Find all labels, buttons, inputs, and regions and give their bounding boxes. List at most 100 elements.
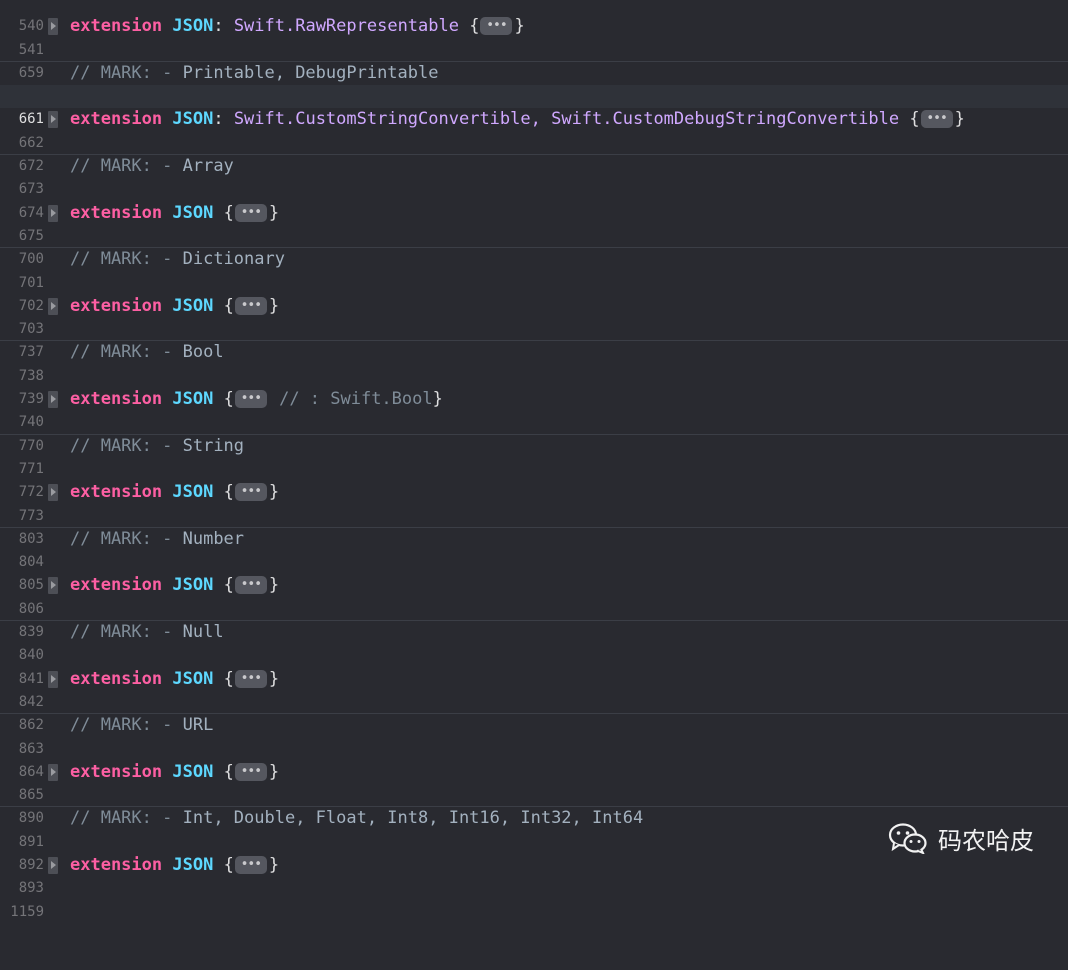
mark-prefix: // MARK: - <box>70 528 173 549</box>
keyword: extension <box>70 389 163 410</box>
folded-code-ellipsis[interactable]: ••• <box>234 762 267 781</box>
code-line[interactable]: 806 extension JSON {•••} <box>0 574 1068 616</box>
fold-disclosure-icon[interactable] <box>48 577 58 595</box>
fold-disclosure-icon[interactable] <box>48 484 58 502</box>
code-line[interactable]: 803 <box>0 505 1068 547</box>
protocol-names: Swift.CustomStringConvertible, Swift.Cus… <box>233 109 900 130</box>
current-code-line[interactable]: 661 <box>0 85 1068 127</box>
code-line[interactable]: 773 extension JSON {•••} <box>0 481 1068 523</box>
mark-prefix: // MARK: - <box>70 808 173 829</box>
code-line[interactable]: 1159 <box>0 877 1068 920</box>
code-line[interactable]: 772 <box>0 458 1068 500</box>
code-line[interactable]: 700 <box>0 225 1068 267</box>
folded-code-ellipsis[interactable]: ••• <box>234 483 267 502</box>
code-line[interactable]: 662 extension JSON: Swift.CustomStringCo… <box>0 108 1068 150</box>
code-line[interactable]: 770 <box>0 411 1068 454</box>
code-line[interactable]: 863 // MARK: - URL <box>0 714 1068 756</box>
fold-disclosure-icon[interactable] <box>48 297 58 315</box>
mark-comment: Printable, DebugPrintable <box>182 62 439 83</box>
type-name: JSON <box>172 16 214 37</box>
mark-comment: URL <box>182 715 214 736</box>
mark-comment: Null <box>182 622 224 643</box>
fold-disclosure-icon[interactable] <box>48 670 58 688</box>
line-number: 1159 <box>10 903 44 920</box>
keyword: extension <box>70 295 163 316</box>
code-line[interactable]: 541 extension JSON: Swift.RawRepresentab… <box>0 15 1068 57</box>
code-line[interactable]: 738 // MARK: - Bool <box>0 341 1068 383</box>
keyword: extension <box>70 854 163 875</box>
mark-prefix: // MARK: - <box>70 342 173 363</box>
code-line[interactable]: 659 <box>0 39 1068 81</box>
fold-disclosure-icon[interactable] <box>48 856 58 874</box>
keyword: extension <box>70 202 163 223</box>
code-line[interactable]: 737 <box>0 318 1068 360</box>
keyword: extension <box>70 761 163 782</box>
mark-comment: Dictionary <box>182 249 285 270</box>
type-name: JSON <box>172 202 214 223</box>
code-line[interactable]: 840 // MARK: - Null <box>0 621 1068 663</box>
code-line[interactable]: 540 <box>0 0 1068 34</box>
folded-code-ellipsis[interactable]: ••• <box>234 576 267 595</box>
mark-comment: Bool <box>182 342 224 363</box>
keyword: extension <box>70 482 163 503</box>
inline-comment: // : Swift.Bool <box>279 389 433 410</box>
type-name: JSON <box>172 761 214 782</box>
code-line[interactable]: 865 extension JSON {•••} <box>0 761 1068 803</box>
keyword: extension <box>70 575 163 596</box>
code-line[interactable]: 674 <box>0 178 1068 221</box>
code-line[interactable]: 739 <box>0 365 1068 407</box>
type-name: JSON <box>172 575 214 596</box>
code-line[interactable]: 675 extension JSON {•••} <box>0 202 1068 244</box>
code-line[interactable]: 771 // MARK: - String <box>0 435 1068 477</box>
fold-disclosure-icon[interactable] <box>48 111 58 129</box>
mark-comment: Int, Double, Float, Int8, Int16, Int32, … <box>182 808 644 829</box>
folded-code-ellipsis[interactable]: ••• <box>234 855 267 874</box>
mark-prefix: // MARK: - <box>70 622 173 643</box>
keyword: extension <box>70 16 163 37</box>
code-line[interactable]: 862 <box>0 691 1068 733</box>
code-line[interactable]: 841 <box>0 644 1068 687</box>
folded-code-ellipsis[interactable]: ••• <box>234 669 267 688</box>
wechat-icon <box>888 823 927 854</box>
code-line[interactable]: 842 extension JSON {•••} <box>0 668 1068 710</box>
mark-prefix: // MARK: - <box>70 62 173 83</box>
keyword: extension <box>70 668 163 689</box>
fold-disclosure-icon[interactable] <box>48 763 58 781</box>
keyword: extension <box>70 109 163 130</box>
watermark-text: 码农哈皮 <box>938 826 1034 855</box>
code-line[interactable]: 839 <box>0 598 1068 640</box>
type-name: JSON <box>172 109 214 130</box>
code-line[interactable]: 864 <box>0 738 1068 780</box>
code-line[interactable]: 890 <box>0 784 1068 826</box>
mark-prefix: // MARK: - <box>70 435 173 456</box>
mark-prefix: // MARK: - <box>70 156 173 177</box>
folded-code-ellipsis[interactable]: ••• <box>920 110 953 129</box>
code-line[interactable]: 701 // MARK: - Dictionary <box>0 248 1068 290</box>
type-name: JSON <box>172 668 214 689</box>
code-line[interactable]: 893 extension JSON {•••} <box>0 854 1068 896</box>
code-line[interactable]: 805 <box>0 551 1068 593</box>
protocol-name: Swift.RawRepresentable <box>233 16 459 37</box>
watermark: 码农哈皮 <box>888 820 1034 856</box>
code-line[interactable]: 672 <box>0 132 1068 174</box>
fold-disclosure-icon[interactable] <box>48 18 58 36</box>
folded-code-ellipsis[interactable]: ••• <box>234 203 267 222</box>
code-line[interactable]: 703 extension JSON {•••} <box>0 295 1068 337</box>
mark-comment: String <box>182 435 245 456</box>
fold-disclosure-icon[interactable] <box>48 391 58 409</box>
code-line[interactable]: 740 extension JSON {••• // : Swift.Bool} <box>0 388 1068 430</box>
folded-code-ellipsis[interactable]: ••• <box>480 17 513 36</box>
type-name: JSON <box>172 482 214 503</box>
code-line[interactable]: 804 // MARK: - Number <box>0 528 1068 570</box>
type-name: JSON <box>172 389 214 410</box>
type-name: JSON <box>172 854 214 875</box>
mark-comment: Number <box>182 528 245 549</box>
folded-code-ellipsis[interactable]: ••• <box>234 296 267 315</box>
code-line[interactable]: 673 // MARK: - Array <box>0 155 1068 197</box>
fold-disclosure-icon[interactable] <box>48 204 58 222</box>
folded-code-ellipsis[interactable]: ••• <box>234 390 267 409</box>
code-editor[interactable]: 540 541 extension JSON: Swift.RawReprese… <box>0 0 1068 920</box>
code-line[interactable]: 702 <box>0 272 1068 314</box>
code-line[interactable]: 660 // MARK: - Printable, DebugPrintable <box>0 62 1068 104</box>
mark-prefix: // MARK: - <box>70 249 173 270</box>
